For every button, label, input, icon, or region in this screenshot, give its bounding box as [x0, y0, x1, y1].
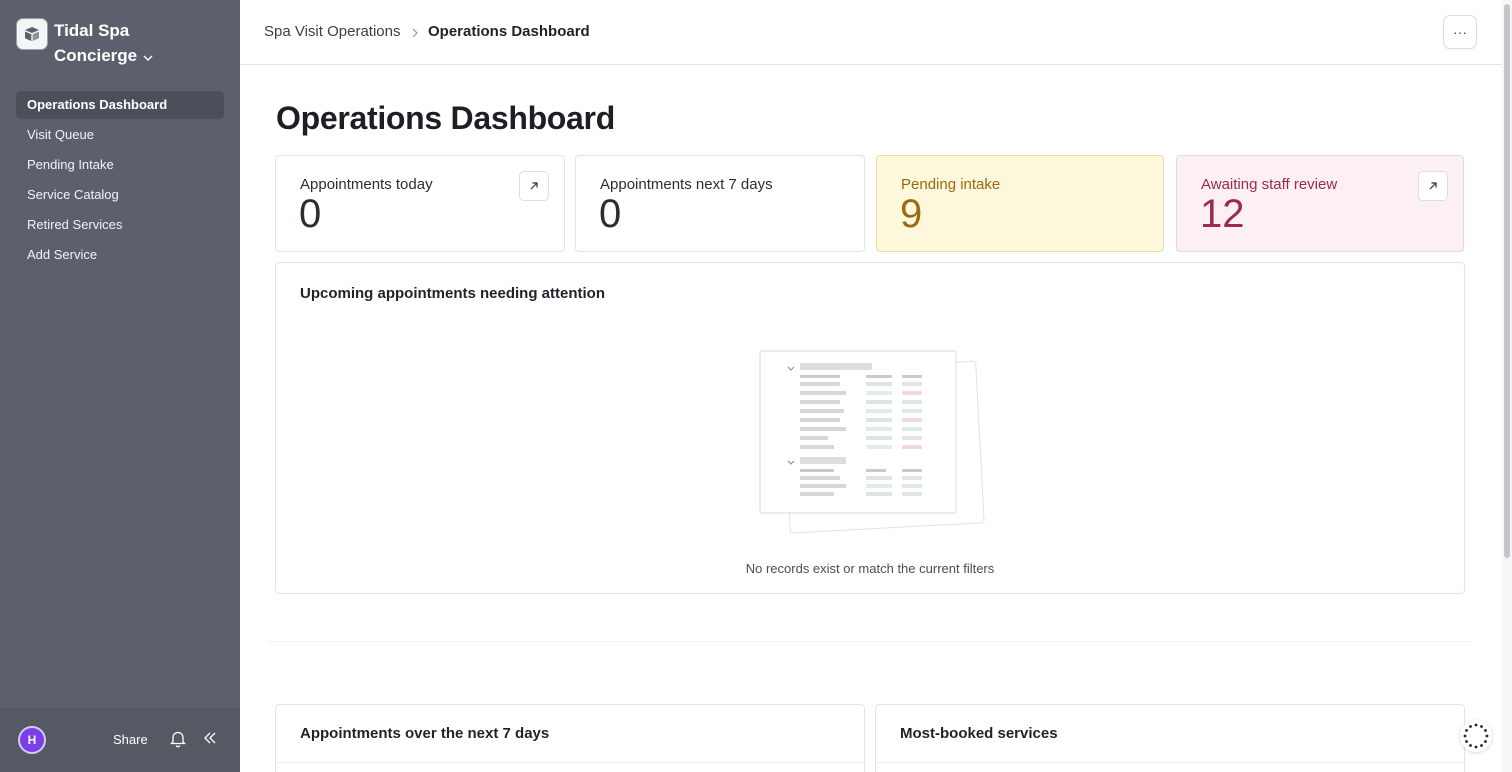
- chevron-down-icon: [143, 44, 153, 69]
- sidebar-item-add-service[interactable]: Add Service: [16, 241, 224, 269]
- stat-card-appointments-next-7-days: Appointments next 7 days 0: [575, 155, 865, 252]
- panel-title: Appointments over the next 7 days: [300, 725, 550, 742]
- panel-divider: [276, 762, 864, 763]
- chevron-right-icon: [411, 26, 419, 38]
- breadcrumb-parent[interactable]: Spa Visit Operations: [264, 23, 400, 40]
- stat-card-appointments-today: Appointments today 0: [275, 155, 565, 252]
- upcoming-appointments-panel: Upcoming appointments needing attention: [275, 262, 1465, 594]
- stat-card-value: 0: [599, 192, 622, 236]
- empty-state-message: No records exist or match the current fi…: [745, 561, 995, 576]
- panel-title: Most-booked services: [900, 725, 1058, 742]
- stat-card-value: 0: [299, 192, 322, 236]
- scrollbar-thumb[interactable]: [1504, 4, 1510, 558]
- sidebar-item-visit-queue[interactable]: Visit Queue: [16, 121, 224, 149]
- stat-card-awaiting-staff-review: Awaiting staff review 12: [1176, 155, 1464, 252]
- sidebar-item-service-catalog[interactable]: Service Catalog: [16, 181, 224, 209]
- top-bar: Spa Visit Operations Operations Dashboar…: [240, 0, 1502, 65]
- more-options-button[interactable]: ···: [1443, 15, 1477, 49]
- open-link-icon[interactable]: [519, 171, 549, 201]
- loading-spinner-icon: [1460, 720, 1492, 752]
- stat-card-value: 9: [900, 192, 923, 236]
- stat-card-label: Awaiting staff review: [1201, 176, 1338, 193]
- panel-divider: [876, 762, 1464, 763]
- stat-card-label: Appointments today: [300, 176, 433, 193]
- workspace-name: Tidal Spa Concierge: [54, 18, 153, 69]
- sidebar-nav: Operations Dashboard Visit Queue Pending…: [16, 91, 224, 271]
- sidebar: Tidal Spa Concierge Operations Dashboard…: [0, 0, 240, 772]
- share-button[interactable]: Share: [113, 732, 148, 747]
- sidebar-item-operations-dashboard[interactable]: Operations Dashboard: [16, 91, 224, 119]
- panel-title: Upcoming appointments needing attention: [300, 285, 605, 302]
- open-link-icon[interactable]: [1418, 171, 1448, 201]
- collapse-sidebar-icon[interactable]: [202, 730, 218, 746]
- workspace-name-line1: Tidal Spa: [54, 21, 130, 40]
- app-logo-icon: [16, 18, 48, 50]
- stat-card-label: Appointments next 7 days: [600, 176, 773, 193]
- breadcrumb-current: Operations Dashboard: [428, 23, 590, 40]
- stat-card-value: 12: [1200, 192, 1245, 236]
- user-avatar[interactable]: H: [18, 726, 46, 754]
- bell-icon[interactable]: [169, 730, 187, 748]
- page-scrollbar[interactable]: [1502, 0, 1512, 772]
- appointments-next-7-days-panel: Appointments over the next 7 days: [275, 704, 865, 772]
- empty-state-illustration: [756, 348, 986, 538]
- workspace-switcher[interactable]: Tidal Spa Concierge: [16, 18, 153, 69]
- sidebar-item-pending-intake[interactable]: Pending Intake: [16, 151, 224, 179]
- stat-card-pending-intake: Pending intake 9: [876, 155, 1164, 252]
- most-booked-services-panel: Most-booked services: [875, 704, 1465, 772]
- sidebar-item-retired-services[interactable]: Retired Services: [16, 211, 224, 239]
- page-title: Operations Dashboard: [276, 100, 615, 136]
- stat-card-label: Pending intake: [901, 176, 1001, 193]
- section-divider: [268, 641, 1472, 642]
- sidebar-footer: H Share: [0, 708, 240, 772]
- workspace-name-line2: Concierge: [54, 46, 138, 65]
